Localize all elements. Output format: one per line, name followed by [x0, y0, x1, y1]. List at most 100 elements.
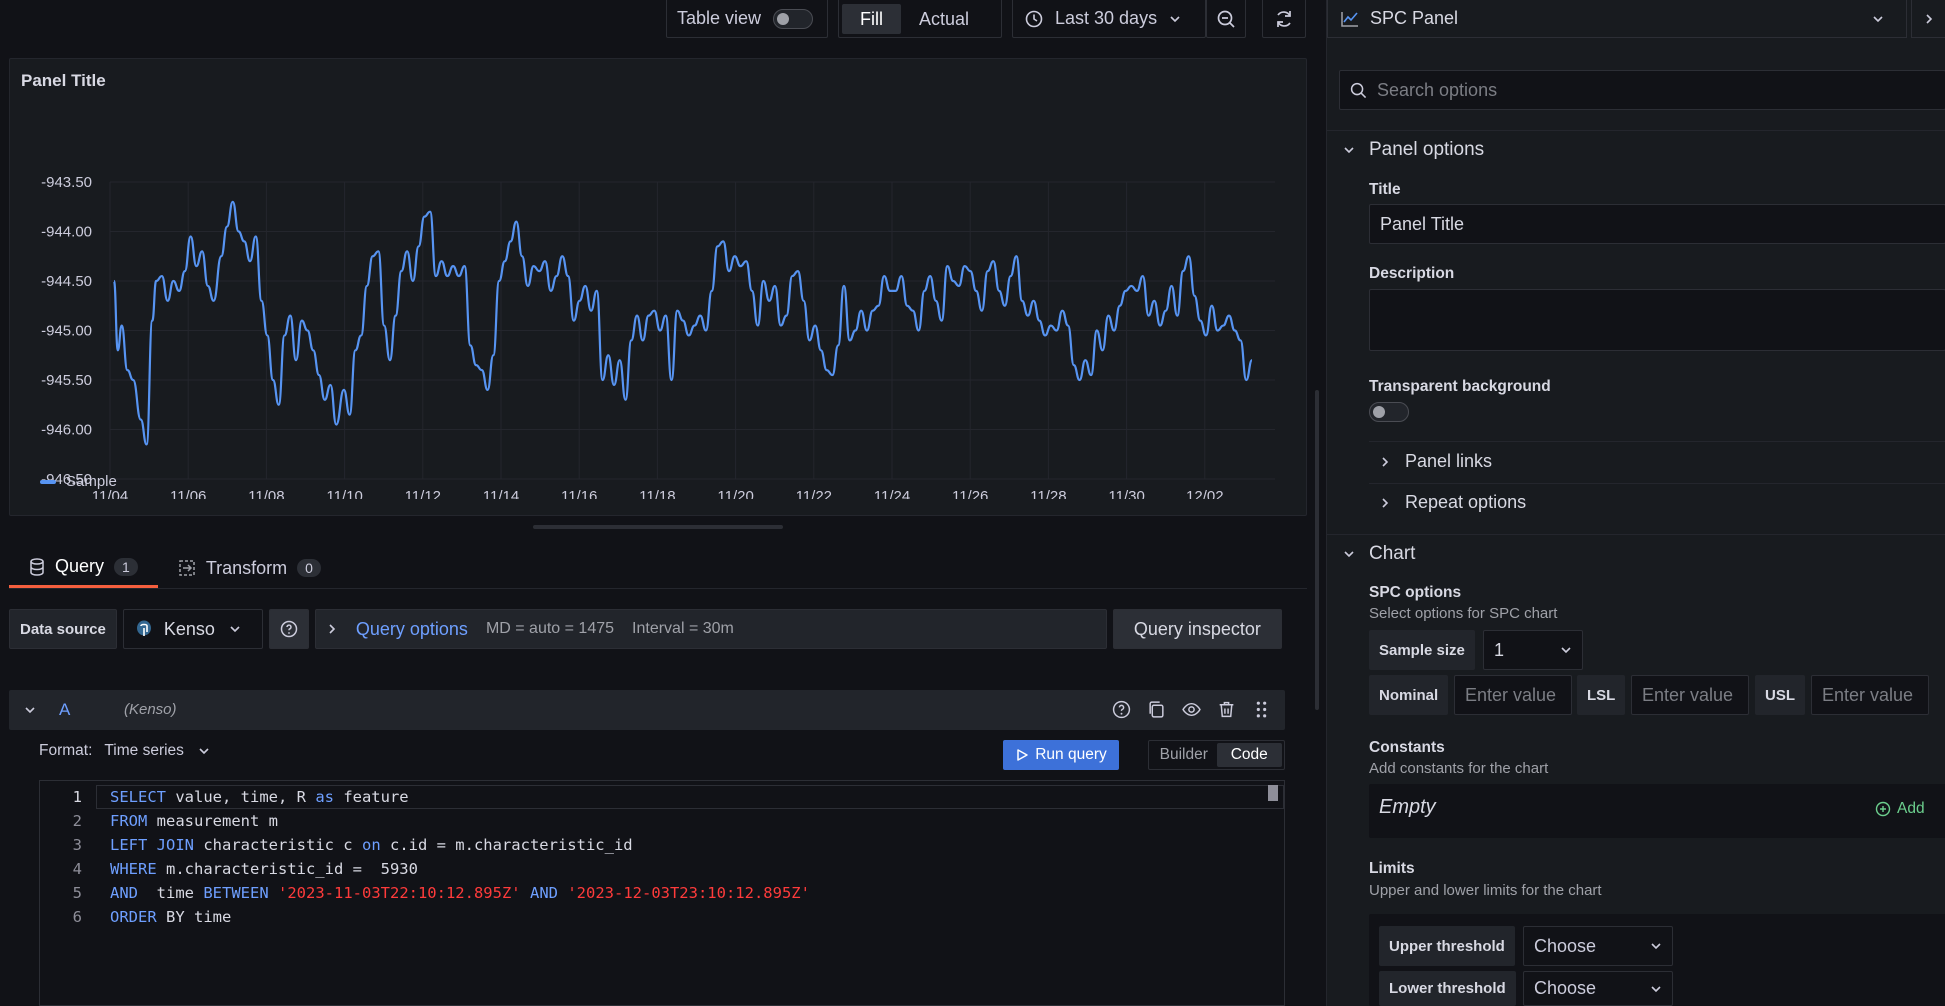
tab-transform[interactable]: Transform 0 — [158, 548, 341, 588]
time-range-picker[interactable]: Last 30 days — [1012, 0, 1206, 38]
search-placeholder: Search options — [1377, 79, 1498, 100]
line-number: 5 — [72, 884, 82, 902]
description-textarea[interactable] — [1369, 289, 1945, 351]
add-constant-button[interactable]: Add — [1875, 800, 1925, 818]
drag-handle-icon[interactable] — [1252, 700, 1271, 719]
repeat-options-header[interactable]: Repeat options — [1379, 492, 1526, 513]
chevron-down-icon — [1170, 15, 1180, 22]
limits-sub: Upper and lower limits for the chart — [1369, 882, 1602, 899]
collapse-icon[interactable] — [24, 704, 36, 716]
time-series-icon — [1341, 11, 1358, 27]
query-inspector-button[interactable]: Query inspector — [1112, 609, 1282, 649]
code-text: ORDER BY time — [110, 905, 231, 929]
trash-icon[interactable] — [1217, 700, 1236, 719]
upper-threshold-value: Choose — [1534, 935, 1597, 956]
sample-size-select[interactable]: 1 — [1483, 630, 1583, 670]
line-number: 1 — [72, 788, 82, 806]
collapse-pane-button[interactable] — [1911, 0, 1945, 38]
builder-button[interactable]: Builder — [1151, 746, 1217, 764]
sql-token: m.characteristic_id = 5930 — [156, 860, 418, 878]
usl-input[interactable]: Enter value — [1811, 675, 1929, 715]
lsl-input[interactable]: Enter value — [1631, 675, 1749, 715]
sql-token: characteristic c — [194, 836, 362, 854]
data-source-picker[interactable]: Kenso — [122, 609, 263, 649]
chevron-down-icon — [1651, 985, 1661, 992]
sql-keyword: WHERE — [110, 860, 157, 878]
title-input[interactable]: Panel Title — [1369, 204, 1945, 244]
code-line: 2 FROM measurement m — [40, 809, 1284, 833]
y-tick-label: -946.00 — [41, 422, 92, 439]
lower-threshold-value: Choose — [1534, 978, 1597, 998]
sql-code-editor[interactable]: 1 SELECT value, time, R as feature 2 FROM m… — [39, 780, 1285, 1006]
sample-size-label: Sample size — [1369, 630, 1475, 670]
x-tick-label: 11/18 — [639, 488, 675, 499]
data-source-name: Kenso — [163, 618, 215, 639]
pane-scrollbar[interactable] — [1315, 390, 1319, 710]
sql-keyword: ORDER — [110, 908, 157, 926]
run-query-label: Run query — [1035, 746, 1107, 763]
chart-section-label: Chart — [1369, 543, 1416, 564]
panel[interactable]: Panel Title -943.50 -944.00 -944.50 -945.00… — [9, 58, 1307, 516]
query-options-label[interactable]: Query options — [356, 619, 468, 640]
refresh-icon — [1277, 10, 1291, 27]
actual-button[interactable]: Actual — [901, 4, 987, 34]
x-tick-label: 11/12 — [405, 488, 441, 499]
line-number: 4 — [72, 860, 82, 878]
refresh-button[interactable] — [1262, 0, 1306, 38]
help-icon[interactable] — [1112, 700, 1131, 719]
code-line: 6 ORDER BY time — [40, 905, 1284, 929]
lower-threshold-select[interactable]: Choose — [1523, 971, 1673, 1006]
chevron-down-icon — [1651, 943, 1661, 950]
query-row-header[interactable]: A (Kenso) — [9, 690, 1285, 730]
table-view-switch[interactable] — [773, 8, 814, 29]
x-tick-label: 11/30 — [1108, 488, 1144, 499]
repeat-options-label: Repeat options — [1405, 492, 1527, 512]
sql-keyword: LEFT JOIN — [110, 836, 194, 854]
y-tick-label: -945.00 — [41, 323, 92, 340]
help-icon — [280, 620, 298, 638]
chevron-down-icon — [1344, 551, 1354, 558]
sql-keyword: AND — [529, 884, 558, 902]
sql-keyword: on — [361, 836, 381, 854]
run-query-button[interactable]: Run query — [1003, 740, 1119, 770]
transparent-toggle[interactable] — [1369, 402, 1409, 422]
sql-keyword: as — [315, 788, 334, 806]
add-circle-icon — [1875, 801, 1891, 817]
time-series-chart[interactable]: -943.50 -944.00 -944.50 -945.00 -945.50 -946.… — [10, 99, 1308, 499]
chart-section-header[interactable]: Chart — [1343, 543, 1415, 565]
format-value: Time series — [104, 742, 184, 759]
x-tick-label: 11/10 — [326, 488, 362, 499]
data-source-label: Data source — [9, 609, 117, 649]
eye-icon[interactable] — [1182, 700, 1201, 719]
viz-picker[interactable]: SPC Panel — [1327, 0, 1907, 38]
sample-size-value: 1 — [1494, 639, 1505, 660]
panel-options-header[interactable]: Panel options — [1343, 139, 1484, 161]
format-select[interactable]: Time series — [104, 742, 210, 760]
zoom-out-button[interactable] — [1206, 0, 1246, 38]
sql-token: c.id = m.characteristic_id — [380, 836, 633, 854]
table-view-toggle-group[interactable]: Table view — [666, 0, 828, 38]
upper-threshold-select[interactable]: Choose — [1523, 926, 1673, 966]
x-tick-label: 11/06 — [170, 488, 206, 499]
tab-query[interactable]: Query 1 — [9, 548, 158, 588]
legend[interactable]: Sample — [40, 473, 117, 490]
code-button[interactable]: Code — [1216, 743, 1282, 767]
help-button[interactable] — [268, 609, 309, 649]
nominal-input[interactable]: Enter value — [1454, 675, 1572, 715]
x-tick-label: 11/20 — [717, 488, 753, 499]
x-tick-label: 11/16 — [561, 488, 597, 499]
query-ref-id[interactable]: A — [59, 700, 70, 720]
x-tick-label: 12/02 — [1186, 488, 1224, 499]
divider — [1369, 441, 1945, 442]
panel-links-header[interactable]: Panel links — [1379, 451, 1492, 472]
fill-button[interactable]: Fill — [842, 3, 901, 34]
query-options-bar[interactable]: Query options MD = auto = 1475 Interval … — [314, 609, 1107, 649]
divider — [1327, 130, 1945, 131]
duplicate-icon[interactable] — [1147, 700, 1166, 719]
sql-string: '2023-11-03T22:10:12.895Z' — [278, 884, 521, 902]
search-options-input[interactable]: Search options — [1339, 70, 1945, 110]
max-data-points: MD = auto = 1475 — [485, 620, 615, 637]
constants-label: Constants — [1369, 739, 1445, 756]
resize-handle[interactable] — [533, 525, 783, 529]
